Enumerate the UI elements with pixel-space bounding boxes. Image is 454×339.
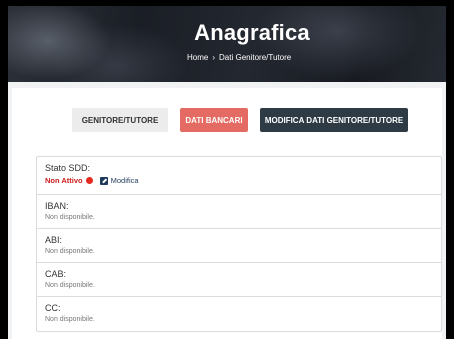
cc-label: CC: (45, 303, 61, 313)
cab-row: CAB: Non disponibile. (37, 263, 441, 297)
breadcrumb-home-link[interactable]: Home (187, 53, 208, 62)
abi-value: Non disponibile. (45, 248, 95, 255)
tab-bar: GENITORE/TUTORE DATI BANCARI MODIFICA DA… (72, 108, 408, 132)
bank-details-panel: Stato SDD: Non Attivo Modifica IBAN: Non… (36, 156, 442, 332)
tab-genitore-tutore[interactable]: GENITORE/TUTORE (72, 108, 168, 132)
main-content: GENITORE/TUTORE DATI BANCARI MODIFICA DA… (12, 88, 442, 339)
abi-label: ABI: (45, 235, 63, 245)
cc-value: Non disponibile. (45, 316, 95, 323)
iban-row: IBAN: Non disponibile. (37, 195, 441, 229)
sdd-label: Stato SDD: (45, 163, 91, 173)
chevron-right-icon: › (212, 53, 216, 62)
cab-value: Non disponibile. (45, 282, 95, 289)
cc-row: CC: Non disponibile. (37, 297, 441, 331)
page-frame: Anagrafica Home › Dati Genitore/Tutore G… (8, 6, 446, 339)
iban-value: Non disponibile. (45, 214, 95, 221)
edit-icon[interactable] (99, 176, 108, 185)
tab-modifica-dati[interactable]: MODIFICA DATI GENITORE/TUTORE (260, 108, 408, 132)
hero-banner: Anagrafica Home › Dati Genitore/Tutore (8, 6, 446, 82)
sdd-modifica-link[interactable]: Modifica (111, 176, 139, 185)
sdd-row: Stato SDD: Non Attivo Modifica (37, 157, 441, 195)
abi-row: ABI: Non disponibile. (37, 229, 441, 263)
breadcrumb: Home › Dati Genitore/Tutore (187, 53, 291, 62)
sdd-status-line: Non Attivo Modifica (45, 176, 433, 185)
sdd-status-text: Non Attivo (45, 176, 83, 185)
tab-dati-bancari[interactable]: DATI BANCARI (180, 108, 248, 132)
iban-label: IBAN: (45, 201, 69, 211)
breadcrumb-current: Dati Genitore/Tutore (219, 53, 292, 62)
cab-label: CAB: (45, 269, 67, 279)
page-title: Anagrafica (194, 20, 310, 45)
status-dot-icon (85, 177, 93, 184)
